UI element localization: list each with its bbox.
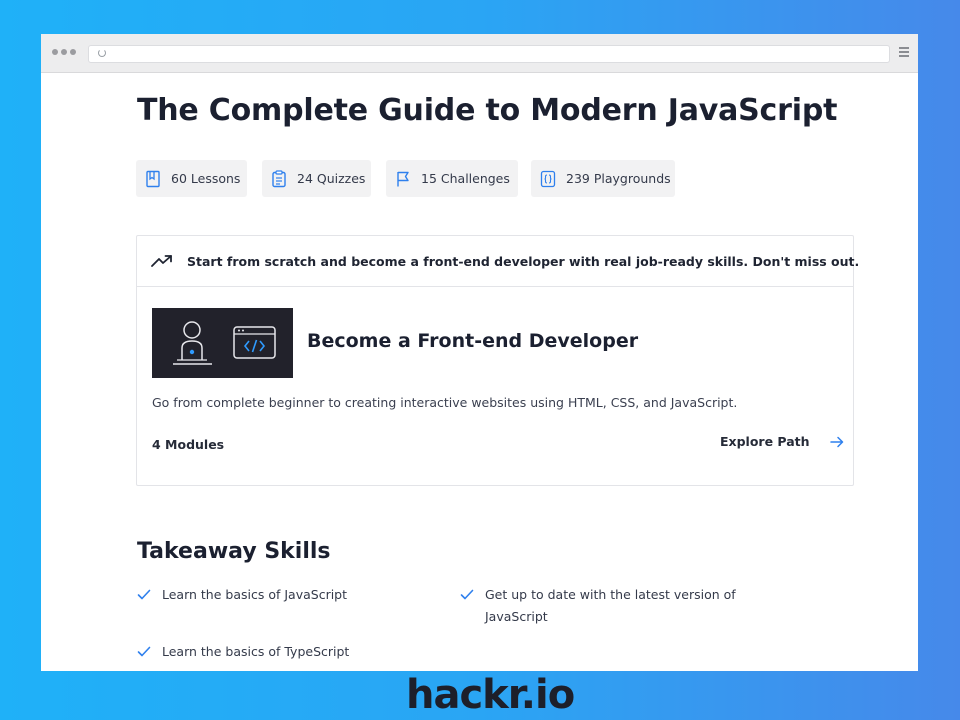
promo-text: Start from scratch and become a front-en… — [187, 253, 860, 269]
quiz-icon — [272, 169, 286, 187]
browser-window: The Complete Guide to Modern JavaScript … — [41, 34, 918, 671]
window-dot[interactable] — [70, 49, 76, 55]
learning-path-card: Start from scratch and become a front-en… — [136, 235, 859, 486]
window-controls[interactable] — [52, 49, 76, 55]
hamburger-menu-icon[interactable] — [899, 47, 909, 59]
address-bar[interactable] — [88, 45, 890, 63]
checkmark-icon — [137, 646, 151, 657]
window-dot[interactable] — [61, 49, 67, 55]
promo-banner: Start from scratch and become a front-en… — [137, 236, 859, 287]
flag-icon — [397, 171, 409, 186]
stat-label: 239 Playgrounds — [566, 171, 671, 186]
explore-path-link[interactable]: Explore Path — [720, 434, 844, 449]
path-description: Go from complete beginner to creating in… — [152, 395, 738, 410]
stat-quizzes: 24 Quizzes — [262, 160, 371, 197]
code-icon — [540, 170, 556, 187]
skill-text: Learn the basics of TypeScript — [162, 641, 349, 663]
page-title: The Complete Guide to Modern JavaScript — [137, 93, 838, 128]
skill-item: Learn the basics of JavaScript — [137, 584, 347, 606]
stat-label: 24 Quizzes — [297, 171, 366, 186]
path-title[interactable]: Become a Front-end Developer — [307, 330, 638, 352]
explore-path-label[interactable]: Explore Path — [720, 434, 810, 449]
brand-logo: hackr.io — [406, 672, 575, 718]
path-thumbnail[interactable] — [152, 308, 293, 378]
stat-challenges: 15 Challenges — [386, 160, 518, 197]
skill-text-line: Get up to date with the latest version o… — [485, 587, 736, 602]
stat-lessons: 60 Lessons — [136, 160, 247, 197]
checkmark-icon — [137, 589, 151, 600]
arrow-right-icon[interactable] — [829, 435, 844, 449]
skill-text-line: Learn the basics of TypeScript — [162, 644, 350, 659]
checkmark-icon — [460, 589, 474, 600]
trending-up-icon — [151, 255, 172, 267]
reload-icon[interactable] — [98, 49, 106, 57]
window-dot[interactable] — [52, 49, 58, 55]
skill-item: Get up to date with the latest version o… — [460, 584, 736, 628]
module-count: 4 Modules — [152, 437, 225, 452]
skill-text-line: Learn the basics of JavaScript — [162, 587, 348, 602]
skill-item: Learn the basics of TypeScript — [137, 641, 349, 663]
stat-label: 60 Lessons — [171, 171, 241, 186]
skill-text-line: JavaScript — [485, 609, 548, 624]
stat-label: 15 Challenges — [421, 171, 510, 186]
stat-playgrounds: 239 Playgrounds — [531, 160, 675, 197]
developer-code-icon — [173, 321, 276, 365]
book-icon — [146, 170, 160, 187]
browser-toolbar — [41, 34, 918, 73]
skill-text: Learn the basics of JavaScript — [162, 584, 347, 606]
skill-text: Get up to date with the latest version o… — [485, 584, 736, 628]
takeaway-skills-heading: Takeaway Skills — [137, 539, 331, 564]
